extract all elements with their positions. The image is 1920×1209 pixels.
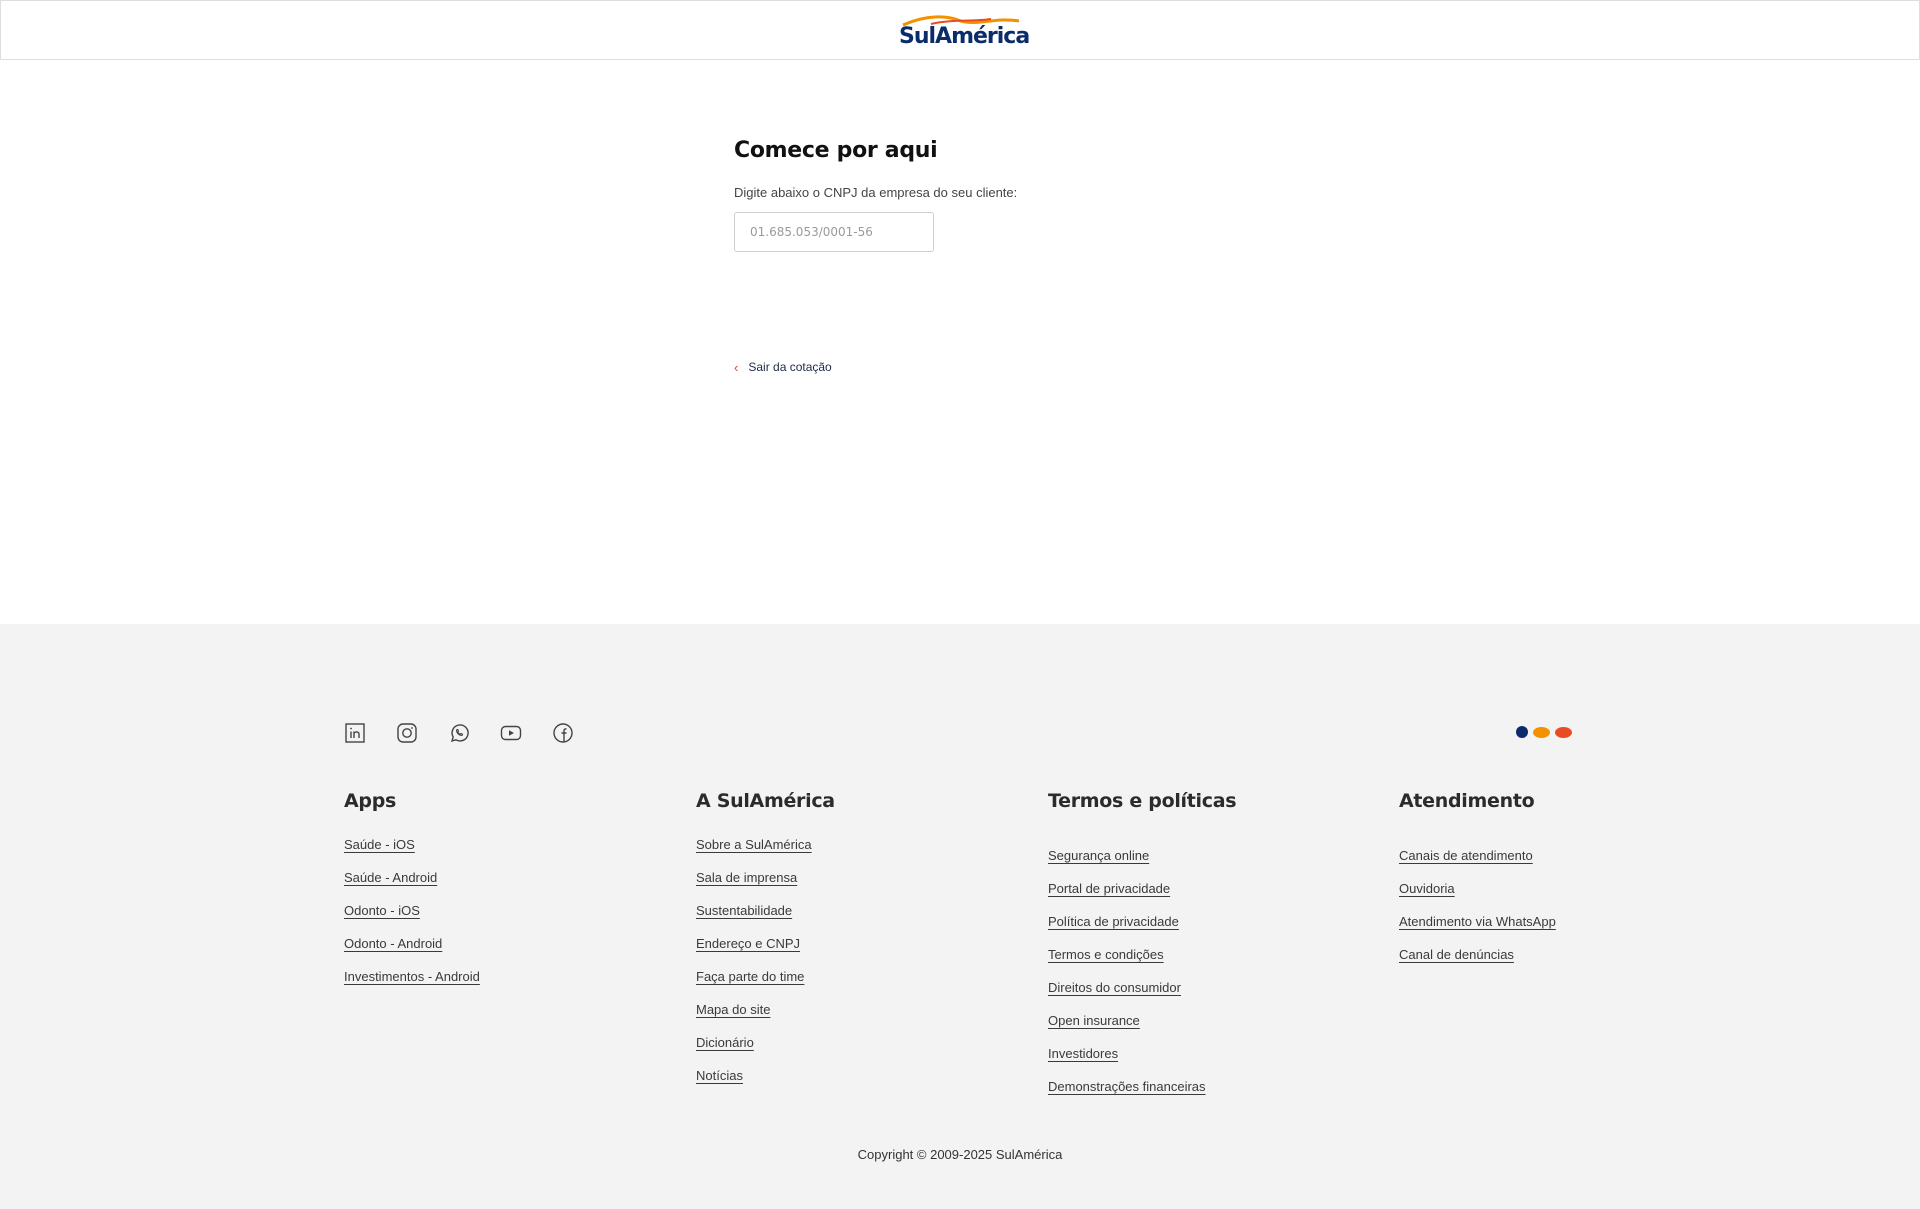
footer-link[interactable]: Endereço e CNPJ bbox=[696, 936, 800, 951]
youtube-icon[interactable] bbox=[500, 722, 522, 744]
footer-column-support: Atendimento Canais de atendimento Ouvido… bbox=[1399, 790, 1556, 979]
footer-column-title: Atendimento bbox=[1399, 790, 1535, 812]
cnpj-input[interactable] bbox=[734, 212, 934, 252]
site-header: SulAmérica bbox=[0, 0, 1920, 60]
instagram-icon[interactable] bbox=[396, 722, 418, 744]
brand-dot-navy bbox=[1516, 726, 1528, 738]
footer-link[interactable]: Faça parte do time bbox=[696, 969, 804, 984]
cnpj-form-section: Comece por aqui Digite abaixo o CNPJ da … bbox=[734, 138, 1234, 252]
brand-dot-red bbox=[1555, 726, 1572, 738]
footer-column-apps: Apps Saúde - iOS Saúde - Android Odonto … bbox=[344, 790, 480, 1001]
footer-column-title: Termos e políticas bbox=[1048, 790, 1237, 812]
footer-link[interactable]: Saúde - iOS bbox=[344, 837, 415, 852]
footer-link[interactable]: Segurança online bbox=[1048, 848, 1149, 863]
footer-column-title: A SulAmérica bbox=[696, 790, 835, 812]
logo-text: SulAmérica bbox=[899, 24, 1030, 49]
page-title: Comece por aqui bbox=[734, 138, 938, 163]
footer-link[interactable]: Notícias bbox=[696, 1068, 743, 1083]
footer-link[interactable]: Dicionário bbox=[696, 1035, 754, 1050]
footer-link[interactable]: Investidores bbox=[1048, 1046, 1118, 1061]
footer-link[interactable]: Open insurance bbox=[1048, 1013, 1140, 1028]
sulamerica-logo[interactable]: SulAmérica bbox=[899, 13, 1030, 49]
site-footer: Apps Saúde - iOS Saúde - Android Odonto … bbox=[0, 624, 1920, 1209]
footer-link[interactable]: Atendimento via WhatsApp bbox=[1399, 914, 1556, 929]
social-links bbox=[344, 722, 574, 744]
footer-column-terms: Termos e políticas Segurança online Port… bbox=[1048, 790, 1237, 1111]
facebook-icon[interactable] bbox=[552, 722, 574, 744]
footer-link[interactable]: Portal de privacidade bbox=[1048, 881, 1170, 896]
exit-quote-link[interactable]: ‹ Sair da cotação bbox=[734, 360, 832, 374]
footer-link[interactable]: Demonstrações financeiras bbox=[1048, 1079, 1206, 1094]
footer-link[interactable]: Sala de imprensa bbox=[696, 870, 797, 885]
footer-link[interactable]: Ouvidoria bbox=[1399, 881, 1455, 896]
copyright-text: Copyright © 2009-2025 SulAmérica bbox=[857, 1147, 1063, 1162]
exit-quote-label: Sair da cotação bbox=[748, 360, 832, 374]
footer-link[interactable]: Política de privacidade bbox=[1048, 914, 1179, 929]
whatsapp-icon[interactable] bbox=[448, 722, 470, 744]
footer-column-title: Apps bbox=[344, 790, 397, 812]
linkedin-icon[interactable] bbox=[344, 722, 366, 744]
footer-link[interactable]: Investimentos - Android bbox=[344, 969, 480, 984]
footer-column-about: A SulAmérica Sobre a SulAmérica Sala de … bbox=[696, 790, 835, 1100]
chevron-left-icon: ‹ bbox=[734, 359, 739, 375]
footer-link[interactable]: Mapa do site bbox=[696, 1002, 770, 1017]
brand-dots bbox=[1516, 726, 1572, 738]
cnpj-instruction: Digite abaixo o CNPJ da empresa do seu c… bbox=[734, 185, 1018, 200]
footer-link[interactable]: Canal de denúncias bbox=[1399, 947, 1514, 962]
footer-link[interactable]: Odonto - iOS bbox=[344, 903, 420, 918]
brand-dot-orange bbox=[1533, 726, 1550, 738]
footer-link[interactable]: Direitos do consumidor bbox=[1048, 980, 1181, 995]
footer-link[interactable]: Termos e condições bbox=[1048, 947, 1164, 962]
footer-link[interactable]: Canais de atendimento bbox=[1399, 848, 1533, 863]
footer-link[interactable]: Odonto - Android bbox=[344, 936, 442, 951]
footer-link[interactable]: Sobre a SulAmérica bbox=[696, 837, 812, 852]
footer-link[interactable]: Saúde - Android bbox=[344, 870, 437, 885]
footer-link[interactable]: Sustentabilidade bbox=[696, 903, 792, 918]
